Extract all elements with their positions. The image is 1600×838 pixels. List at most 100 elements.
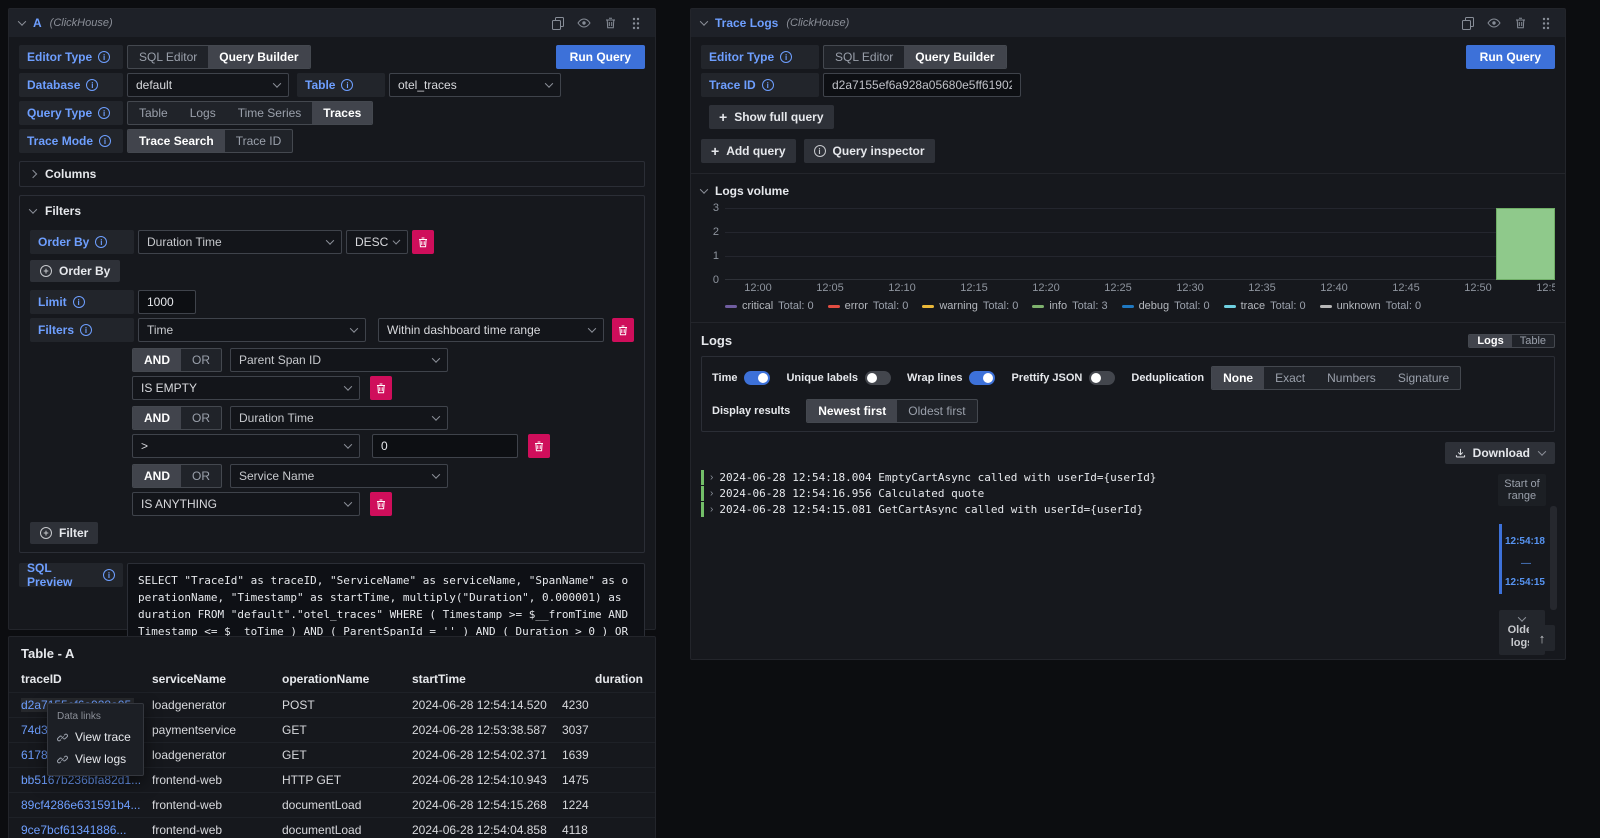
legend-item-trace[interactable]: traceTotal: 0 [1224,300,1306,312]
option-or[interactable]: OR [181,349,221,371]
trash-icon[interactable] [1511,14,1529,32]
download-button[interactable]: Download [1445,442,1555,464]
column-header-traceid[interactable]: traceID [21,668,152,692]
condition-operator-select[interactable]: > [132,434,360,458]
table-select[interactable]: otel_traces [389,73,561,97]
condition-operator-select[interactable]: IS ANYTHING [132,492,360,516]
info-icon[interactable]: i [103,569,115,581]
drag-handle-icon[interactable] [1537,14,1555,32]
info-icon[interactable]: i [80,324,92,336]
drag-handle-icon[interactable] [627,14,645,32]
legend-item-warning[interactable]: warningTotal: 0 [922,300,1018,312]
toggle-time[interactable]: Time [712,371,770,385]
option-query-builder[interactable]: Query Builder [904,46,1005,68]
info-icon[interactable]: i [86,79,98,91]
legend-item-error[interactable]: errorTotal: 0 [828,300,909,312]
filter-field-select[interactable]: Time [138,318,366,342]
option-and[interactable]: AND [133,407,181,429]
view-logs-menu-item[interactable]: View logs [48,748,143,770]
legend-item-debug[interactable]: debugTotal: 0 [1122,300,1210,312]
panel-collapse-icon[interactable] [700,17,708,25]
trash-icon[interactable] [601,14,619,32]
toggle-wrap-lines[interactable]: Wrap lines [907,371,995,385]
show-full-query-button[interactable]: +Show full query [709,105,834,129]
info-icon[interactable]: i [95,236,107,248]
log-expand-icon[interactable]: › [710,504,713,515]
condition-field-select[interactable]: Parent Span ID [230,348,448,372]
add-order-by-button[interactable]: +Order By [30,260,120,282]
toggle-switch[interactable] [744,371,770,385]
add-query-button[interactable]: +Add query [701,139,796,163]
toggle-switch[interactable] [1089,371,1115,385]
legend-item-unknown[interactable]: unknownTotal: 0 [1320,300,1422,312]
log-row[interactable]: ›2024-06-28 12:54:16.956 Calculated quot… [701,486,1477,501]
toggle-prettify-json[interactable]: Prettify JSON [1011,371,1115,385]
condition-value-input[interactable] [372,434,518,458]
condition-operator-select[interactable]: IS EMPTY [132,376,360,400]
remove-order-by-button[interactable] [412,230,434,254]
option-and[interactable]: AND [133,465,181,487]
column-header-operationname[interactable]: operationName [282,668,412,692]
option-or[interactable]: OR [181,407,221,429]
panel-title[interactable]: Trace Logs [715,16,778,30]
option-exact[interactable]: Exact [1264,367,1316,389]
info-icon[interactable]: i [73,296,85,308]
order-direction-select[interactable]: DESC [346,230,408,254]
add-filter-button[interactable]: +Filter [30,522,98,544]
remove-filter-button[interactable] [612,318,634,342]
info-icon[interactable]: i [98,51,110,63]
option-trace-id[interactable]: Trace ID [225,130,293,152]
run-query-button[interactable]: Run Query [1466,45,1555,69]
info-icon[interactable]: i [98,107,110,119]
option-sql-editor[interactable]: SQL Editor [128,46,208,68]
order-by-field-select[interactable]: Duration Time [138,230,342,254]
info-icon[interactable]: i [780,51,792,63]
condition-field-select[interactable]: Service Name [230,464,448,488]
log-range-timeline[interactable]: 12:54:18 — 12:54:15 [1489,522,1555,596]
table-panel-title[interactable]: Table - A [9,637,655,668]
option-none[interactable]: None [1212,367,1264,389]
filter-value-select[interactable]: Within dashboard time range [378,318,604,342]
log-row[interactable]: ›2024-06-28 12:54:18.004 EmptyCartAsync … [701,470,1477,485]
scroll-to-top-button[interactable]: ↑ [1529,625,1555,651]
eye-icon[interactable] [1485,14,1503,32]
option-signature[interactable]: Signature [1387,367,1460,389]
columns-section-toggle[interactable]: Columns [19,161,645,187]
filters-section-toggle[interactable]: Filters [30,204,634,218]
logs-scrollbar[interactable] [1550,506,1557,610]
column-header-servicename[interactable]: serviceName [152,668,282,692]
panel-title[interactable]: A [33,16,42,30]
view-trace-menu-item[interactable]: View trace [48,726,143,748]
log-expand-icon[interactable]: › [710,472,713,483]
limit-input[interactable] [138,290,196,314]
remove-condition-button[interactable] [370,376,392,400]
toggle-switch[interactable] [969,371,995,385]
legend-item-info[interactable]: infoTotal: 3 [1032,300,1107,312]
column-header-duration[interactable]: duration [562,668,645,692]
remove-condition-button[interactable] [370,492,392,516]
run-query-button[interactable]: Run Query [556,45,645,69]
range-bar[interactable] [1499,524,1502,594]
trace-id-link[interactable]: 89cf4286e631591b4... [21,798,152,812]
option-sql-editor[interactable]: SQL Editor [824,46,904,68]
option-newest-first[interactable]: Newest first [807,400,897,422]
remove-condition-button[interactable] [528,434,550,458]
option-table[interactable]: Table [128,102,179,124]
info-icon[interactable]: i [762,79,774,91]
option-numbers[interactable]: Numbers [1316,367,1387,389]
option-logs[interactable]: Logs [1469,335,1511,347]
duplicate-icon[interactable] [549,14,567,32]
legend-item-critical[interactable]: criticalTotal: 0 [725,300,814,312]
option-table[interactable]: Table [1512,335,1554,347]
option-query-builder[interactable]: Query Builder [208,46,309,68]
option-trace-search[interactable]: Trace Search [128,130,225,152]
option-traces[interactable]: Traces [312,102,372,124]
database-select[interactable]: default [127,73,289,97]
option-oldest-first[interactable]: Oldest first [897,400,976,422]
toggle-unique-labels[interactable]: Unique labels [786,371,891,385]
option-or[interactable]: OR [181,465,221,487]
option-logs[interactable]: Logs [179,102,227,124]
trace-id-link[interactable]: 9ce7bcf61341886... [21,823,152,837]
log-row[interactable]: ›2024-06-28 12:54:15.081 GetCartAsync ca… [701,502,1477,517]
duplicate-icon[interactable] [1459,14,1477,32]
